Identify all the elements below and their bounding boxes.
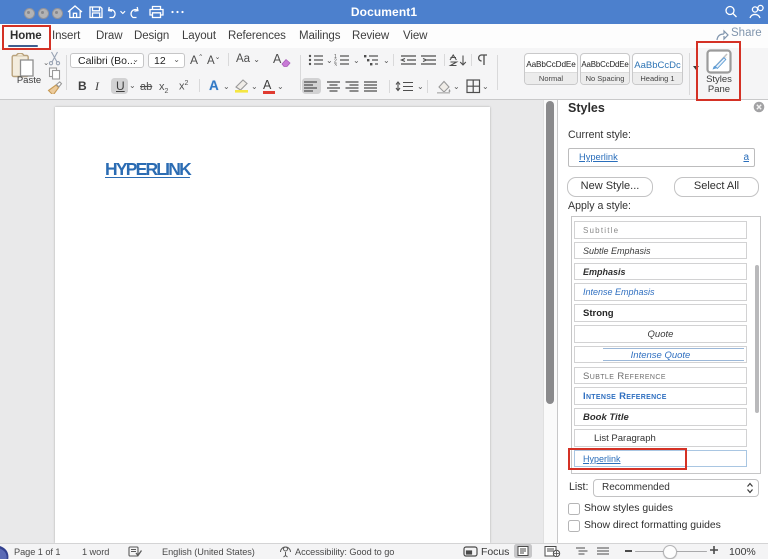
svg-text:3: 3 — [334, 63, 337, 66]
